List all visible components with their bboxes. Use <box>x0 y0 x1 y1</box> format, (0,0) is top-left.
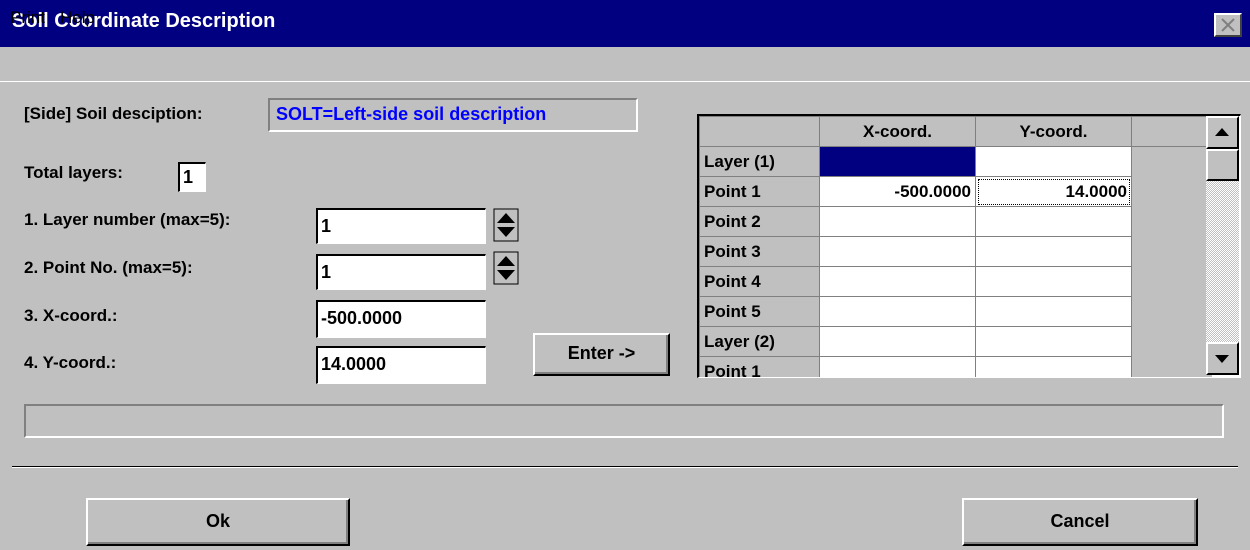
grid-filler <box>1131 266 1212 297</box>
cell-x[interactable] <box>819 146 976 177</box>
cell-y[interactable] <box>975 326 1132 357</box>
table-row[interactable]: Point 3 <box>699 236 1212 267</box>
cell-y[interactable]: 14.0000 <box>975 176 1132 207</box>
row-label: Point 1 <box>699 356 820 377</box>
cell-x[interactable] <box>819 356 976 377</box>
grid-filler <box>1131 296 1212 327</box>
menu-bar <box>0 47 1250 82</box>
cell-x[interactable] <box>819 296 976 327</box>
cell-y[interactable] <box>975 146 1132 177</box>
x-coord-input[interactable]: -500.0000 <box>316 300 486 338</box>
cell-x[interactable]: -500.0000 <box>819 176 976 207</box>
row-label: Layer (1) <box>699 146 820 177</box>
scroll-thumb[interactable] <box>1206 149 1239 181</box>
row-label: Point 3 <box>699 236 820 267</box>
grid-corner-header <box>699 116 820 147</box>
grid-filler <box>1131 326 1212 357</box>
table-row[interactable]: Point 5 <box>699 296 1212 327</box>
table-row[interactable]: Point 1 -500.0000 14.0000 <box>699 176 1212 207</box>
x-coord-label: 3. X-coord.: <box>24 306 118 325</box>
row-label: Point 5 <box>699 296 820 327</box>
row-label: Point 4 <box>699 266 820 297</box>
table-row[interactable]: Layer (1) <box>699 146 1212 177</box>
close-icon <box>1221 18 1235 32</box>
grid-header-y: Y-coord. <box>975 116 1132 147</box>
cell-x[interactable] <box>819 266 976 297</box>
close-button[interactable] <box>1214 13 1242 37</box>
row-label: Point 1 <box>699 176 820 207</box>
menu-separator <box>0 81 1250 82</box>
cell-y[interactable] <box>975 236 1132 267</box>
soil-description-label: [Side] Soil desciption: <box>24 104 203 123</box>
window-title: Soil Coordinate Description <box>12 10 276 32</box>
point-no-spinner-icon[interactable] <box>493 251 519 285</box>
cell-x[interactable] <box>819 236 976 267</box>
row-label: Point 2 <box>699 206 820 237</box>
grid-header-x: X-coord. <box>819 116 976 147</box>
scroll-up-button[interactable] <box>1206 116 1239 149</box>
menu-print[interactable]: Print <box>10 8 45 28</box>
layer-number-spinner-icon[interactable] <box>493 208 519 242</box>
grid-filler <box>1131 176 1212 207</box>
arrow-down-icon <box>1215 355 1229 363</box>
point-no-label: 2. Point No. (max=5): <box>24 258 193 277</box>
soil-description-field: SOLT=Left-side soil description <box>268 98 638 132</box>
total-layers-field[interactable]: 1 <box>178 162 206 192</box>
row-label: Layer (2) <box>699 326 820 357</box>
grid-scrollbar[interactable] <box>1206 116 1239 375</box>
cancel-button[interactable]: Cancel <box>962 498 1198 546</box>
grid-filler-header <box>1131 116 1212 147</box>
cell-y[interactable] <box>975 206 1132 237</box>
table-row[interactable]: Point 2 <box>699 206 1212 237</box>
point-no-input[interactable]: 1 <box>316 254 486 290</box>
total-layers-label: Total layers: <box>24 163 123 182</box>
layer-number-label: 1. Layer number (max=5): <box>24 210 231 229</box>
cell-y[interactable] <box>975 356 1132 377</box>
coordinate-grid: X-coord. Y-coord. Layer (1) Point 1 -500… <box>697 114 1241 378</box>
cell-x[interactable] <box>819 206 976 237</box>
arrow-up-icon <box>1215 128 1229 136</box>
table-row[interactable]: Point 4 <box>699 266 1212 297</box>
status-bar <box>24 404 1224 438</box>
grid-filler <box>1131 206 1212 237</box>
enter-button[interactable]: Enter -> <box>533 333 670 376</box>
cell-y[interactable] <box>975 296 1132 327</box>
table-row[interactable]: Layer (2) <box>699 326 1212 357</box>
y-coord-input[interactable]: 14.0000 <box>316 346 486 384</box>
cell-x[interactable] <box>819 326 976 357</box>
scroll-down-button[interactable] <box>1206 342 1239 375</box>
cell-y[interactable] <box>975 266 1132 297</box>
grid-table: X-coord. Y-coord. Layer (1) Point 1 -500… <box>699 116 1212 377</box>
grid-filler <box>1131 146 1212 177</box>
y-coord-label: 4. Y-coord.: <box>24 353 117 372</box>
menu-help[interactable]: Help <box>60 8 95 28</box>
ok-button[interactable]: Ok <box>86 498 350 546</box>
grid-filler <box>1131 236 1212 267</box>
divider-highlight <box>12 467 1238 468</box>
grid-filler <box>1131 356 1212 377</box>
layer-number-input[interactable]: 1 <box>316 208 486 244</box>
table-row[interactable]: Point 1 <box>699 356 1212 377</box>
